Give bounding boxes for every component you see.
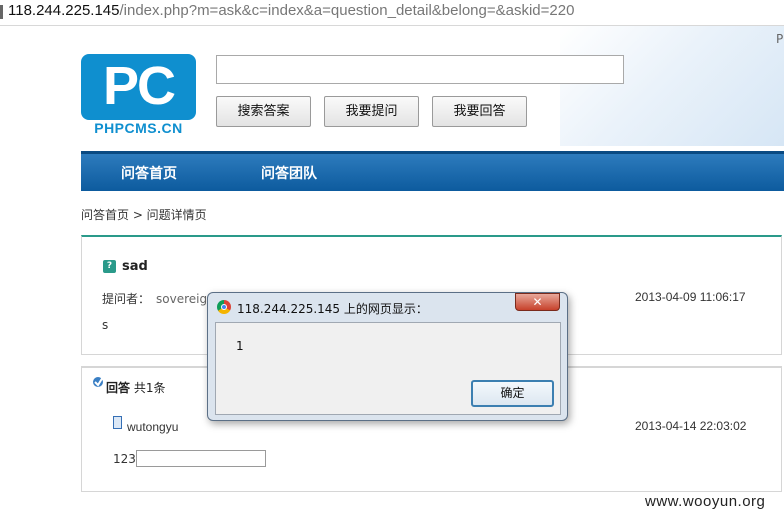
ask-question-button[interactable]: 我要提问 bbox=[324, 96, 419, 127]
search-input[interactable] bbox=[216, 55, 624, 84]
nav-item-home[interactable]: 问答首页 bbox=[121, 163, 177, 183]
ok-button[interactable]: 确定 bbox=[471, 380, 554, 407]
question-icon: ? bbox=[103, 260, 116, 273]
page-icon bbox=[0, 5, 3, 19]
answers-label: 回答 bbox=[106, 381, 131, 395]
answers-count: 共1条 bbox=[133, 381, 166, 395]
answer-button[interactable]: 我要回答 bbox=[432, 96, 527, 127]
dialog-body: 1 确定 bbox=[215, 322, 561, 415]
asker-line: 提问者： sovereign bbox=[102, 290, 215, 307]
logo-box: PC bbox=[81, 54, 196, 120]
breadcrumb[interactable]: 问答首页 > 问题详情页 bbox=[81, 206, 207, 223]
logo-text: PHPCMS.CN bbox=[94, 120, 183, 136]
answers-heading: 回答 共1条 bbox=[106, 379, 165, 396]
answer-content: 123 bbox=[113, 452, 136, 466]
logo-letters: PC bbox=[102, 56, 176, 116]
address-bar[interactable]: 118.244.225.145/index.php?m=ask&c=index&… bbox=[0, 0, 784, 26]
site-logo[interactable]: PC PHPCMS.CN bbox=[81, 54, 196, 136]
answer-date: 2013-04-14 22:03:02 bbox=[635, 419, 747, 433]
answer-input[interactable] bbox=[136, 450, 266, 467]
answer-icon bbox=[93, 376, 104, 387]
watermark: www.wooyun.org bbox=[645, 493, 766, 510]
alert-dialog: 118.244.225.145 上的网页显示： ✕ 1 确定 bbox=[207, 292, 568, 421]
dialog-title: 118.244.225.145 上的网页显示： bbox=[237, 302, 428, 316]
asker-name[interactable]: sovereign bbox=[156, 292, 215, 306]
asker-label: 提问者： bbox=[102, 292, 151, 306]
answer-user[interactable]: wutongyu bbox=[127, 420, 178, 434]
dialog-message: 1 bbox=[236, 339, 244, 353]
main-nav: 问答首页 问答团队 bbox=[81, 151, 784, 191]
chrome-icon bbox=[217, 300, 231, 314]
search-answer-button[interactable]: 搜索答案 bbox=[216, 96, 311, 127]
question-date: 2013-04-09 11:06:17 bbox=[635, 290, 746, 304]
nav-item-team[interactable]: 问答团队 bbox=[261, 163, 317, 183]
corner-text: P bbox=[776, 32, 784, 46]
question-body: s bbox=[102, 318, 109, 332]
url-text[interactable]: 118.244.225.145/index.php?m=ask&c=index&… bbox=[8, 2, 574, 19]
user-icon bbox=[113, 416, 122, 429]
header-background bbox=[560, 26, 784, 146]
close-icon[interactable]: ✕ bbox=[515, 293, 560, 311]
question-title: sad bbox=[122, 259, 148, 274]
